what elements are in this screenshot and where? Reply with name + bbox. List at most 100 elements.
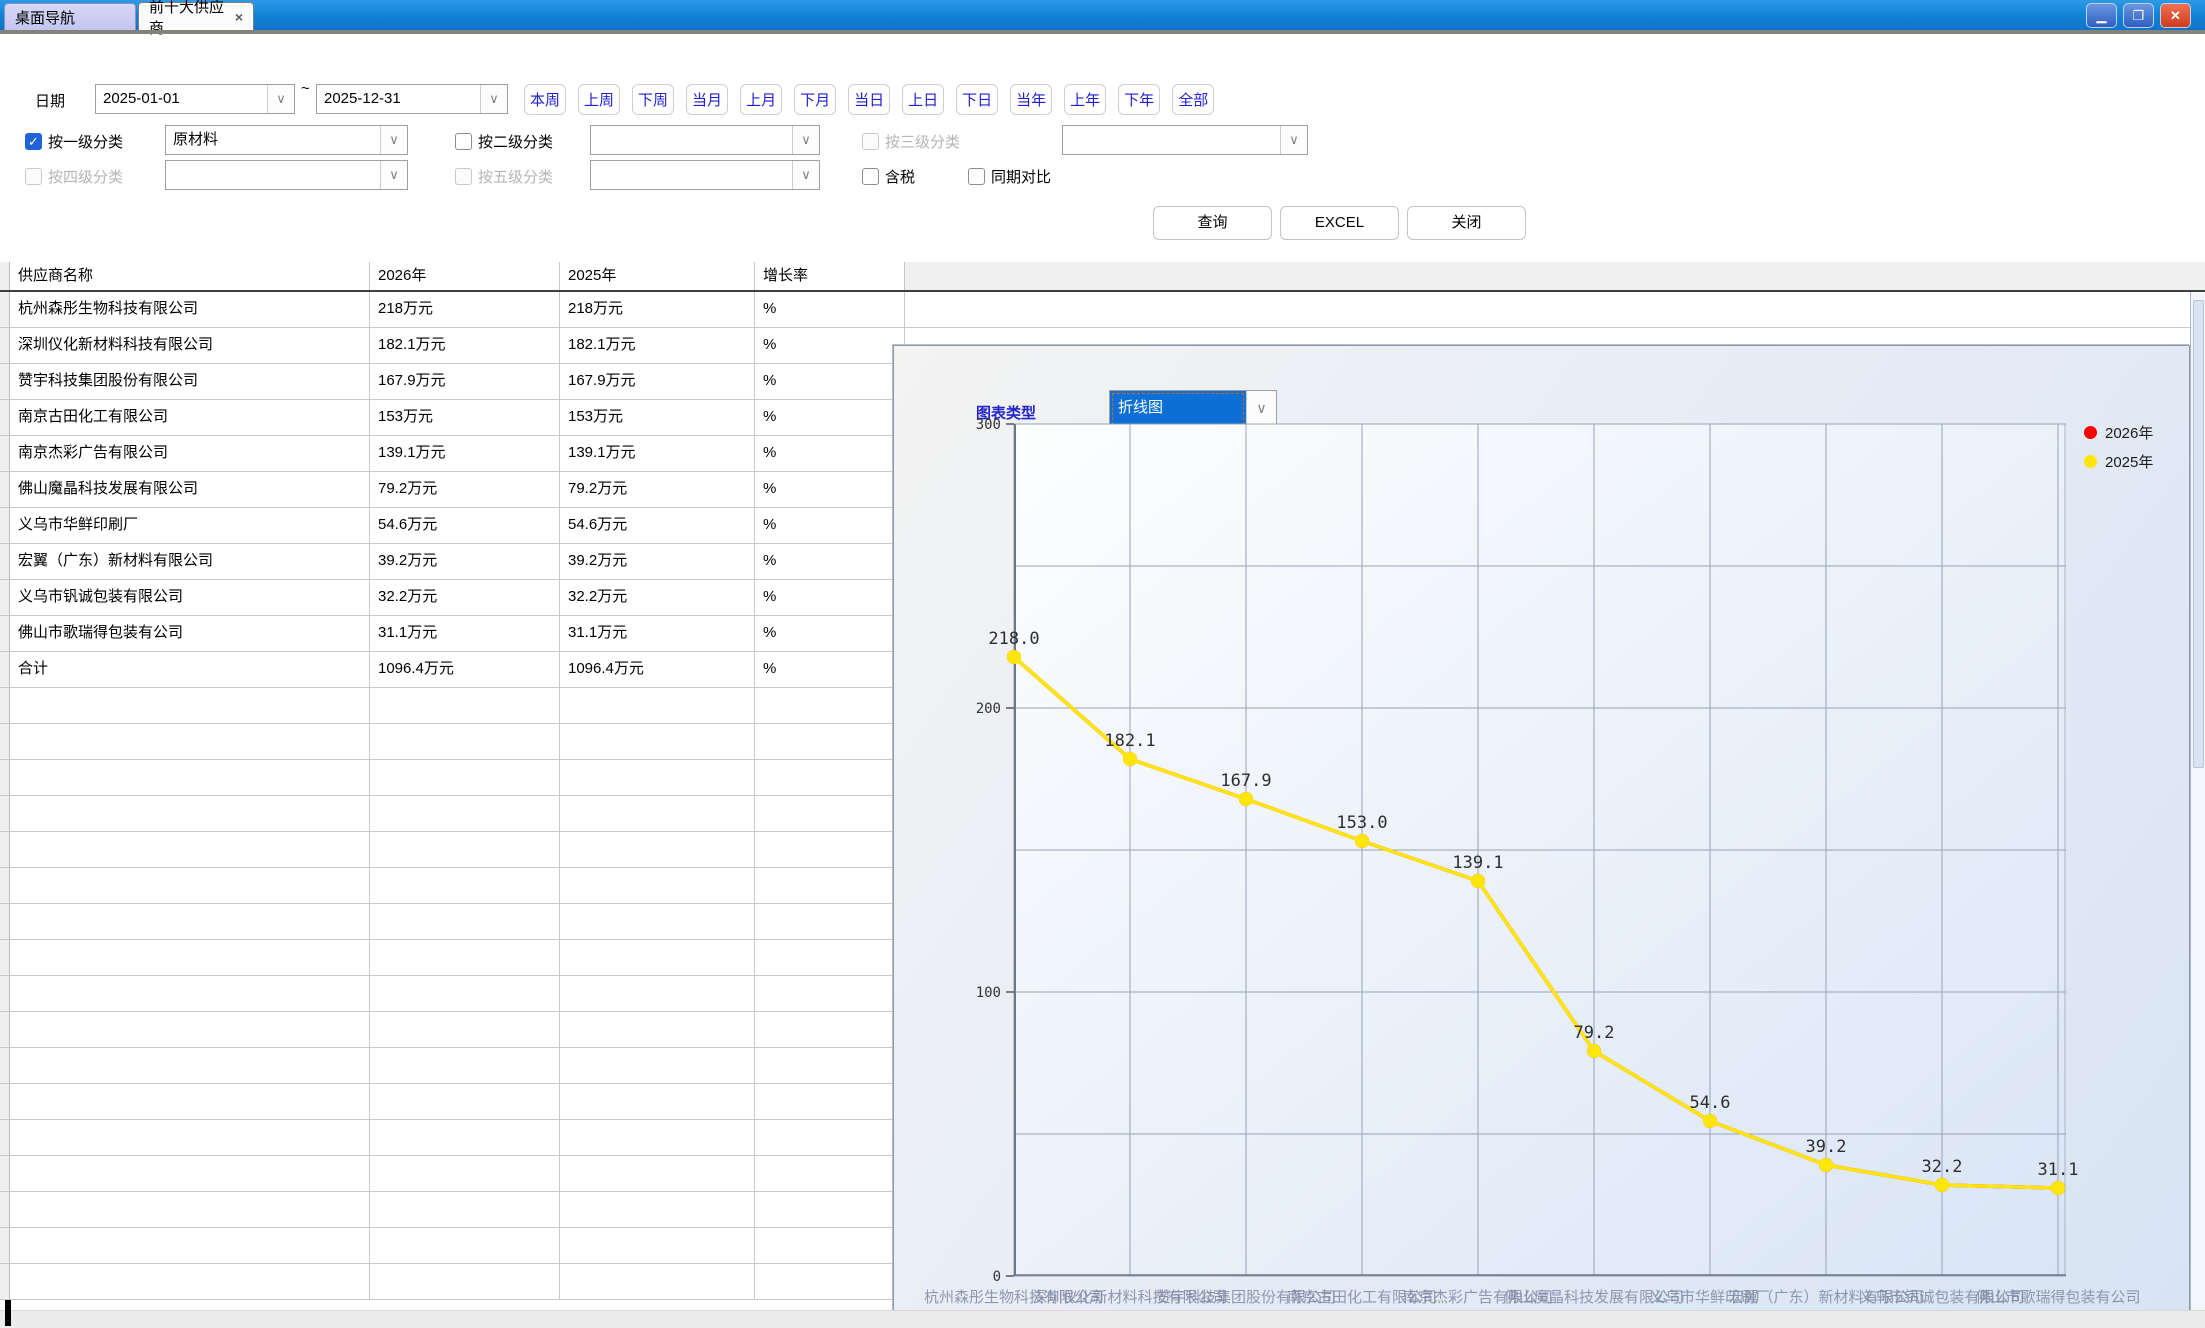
row-selector[interactable] [0,868,10,903]
chevron-down-icon[interactable]: ∨ [480,85,507,113]
row-selector[interactable] [0,436,10,471]
row-selector[interactable] [0,400,10,435]
restore-button[interactable]: ❐ [2123,3,2154,28]
date-to-combobox[interactable]: 2025-12-31 ∨ [316,84,508,114]
chevron-down-icon[interactable]: ∨ [380,126,407,154]
row-selector[interactable] [0,1192,10,1227]
title-bar: 桌面导航 前十大供应商… × ▁ ❐ ✕ [0,0,2205,30]
tab-desktop-navigation[interactable]: 桌面导航 [4,3,136,30]
quick-range-button[interactable]: 上年 [1064,84,1106,115]
date-from-combobox[interactable]: 2025-01-01 ∨ [95,84,295,114]
level3-checkbox[interactable] [862,133,879,150]
row-selector[interactable] [0,1048,10,1083]
row-selector[interactable] [0,544,10,579]
row-selector[interactable] [0,976,10,1011]
row-selector[interactable] [0,796,10,831]
quick-range-button[interactable]: 本周 [524,84,566,115]
table-cell: 139.1万元 [560,436,755,471]
row-selector[interactable] [0,292,10,327]
bottom-scroll-area[interactable] [0,1310,2205,1328]
table-row[interactable]: 杭州森彤生物科技有限公司218万元218万元% [0,292,2205,328]
level2-checkbox[interactable] [455,133,472,150]
row-selector[interactable] [0,1156,10,1191]
table-cell: 79.2万元 [560,472,755,507]
level1-combobox[interactable]: 原材料∨ [165,125,408,155]
level4-combobox[interactable]: ∨ [165,160,408,190]
row-selector[interactable] [0,472,10,507]
level5-checkbox[interactable] [455,168,472,185]
chevron-down-icon[interactable]: ∨ [792,126,819,154]
quick-range-button[interactable]: 当月 [686,84,728,115]
row-selector[interactable] [0,508,10,543]
row-selector[interactable] [0,760,10,795]
row-selector[interactable] [0,652,10,687]
table-cell: 153万元 [370,400,560,435]
table-cell [370,940,560,975]
level4-checkbox[interactable] [25,168,42,185]
table-cell [370,1120,560,1155]
table-header-row: 供应商名称2026年2025年增长率 [0,262,2205,292]
chart-type-select[interactable]: 折线图 ∨ [1109,390,1277,428]
row-selector[interactable] [0,1228,10,1263]
row-selector[interactable] [0,724,10,759]
query-button[interactable]: 查询 [1153,206,1272,240]
tab-top-ten-suppliers[interactable]: 前十大供应商… × [138,2,254,30]
table-cell [560,688,755,723]
row-selector[interactable] [0,580,10,615]
tax-included-checkbox[interactable] [862,168,879,185]
row-selector[interactable] [0,1084,10,1119]
level2-combobox[interactable]: ∨ [590,125,820,155]
vertical-scrollbar[interactable] [2190,292,2205,1310]
chevron-down-icon[interactable]: ∨ [792,161,819,189]
table-cell: 39.2万元 [370,544,560,579]
excel-export-button[interactable]: EXCEL [1280,206,1399,240]
quick-range-button[interactable]: 全部 [1172,84,1214,115]
row-selector[interactable] [0,832,10,867]
level5-combobox[interactable]: ∨ [590,160,820,190]
close-window-button[interactable]: ✕ [2160,3,2191,28]
date-label: 日期 [35,90,65,111]
row-selector[interactable] [0,904,10,939]
quick-range-button[interactable]: 上日 [902,84,944,115]
table-cell: 167.9万元 [560,364,755,399]
quick-range-button[interactable]: 上月 [740,84,782,115]
chevron-down-icon[interactable]: ∨ [1246,391,1276,427]
row-selector[interactable] [0,688,10,723]
table-cell [755,940,905,975]
quick-range-button[interactable]: 当年 [1010,84,1052,115]
table-cell: 31.1万元 [560,616,755,651]
table-cell [10,1012,370,1047]
row-selector[interactable] [0,1264,10,1299]
table-cell: % [755,508,905,543]
chevron-down-icon[interactable]: ∨ [1280,126,1307,154]
table-cell [560,1192,755,1227]
row-selector[interactable] [0,940,10,975]
quick-range-button[interactable]: 下月 [794,84,836,115]
quick-range-button[interactable]: 上周 [578,84,620,115]
row-selector[interactable] [0,1012,10,1047]
table-cell [370,976,560,1011]
table-cell: % [755,616,905,651]
level3-combobox[interactable]: ∨ [1062,125,1308,155]
row-selector[interactable] [0,616,10,651]
quick-range-button[interactable]: 下日 [956,84,998,115]
chevron-down-icon[interactable]: ∨ [267,85,294,113]
row-selector[interactable] [0,364,10,399]
table-cell [755,688,905,723]
chevron-down-icon[interactable]: ∨ [380,161,407,189]
row-selector[interactable] [0,328,10,363]
svg-text:100: 100 [976,985,1001,1001]
minimize-button[interactable]: ▁ [2086,3,2117,28]
tab-close-icon[interactable]: × [235,9,243,25]
period-compare-checkbox[interactable] [968,168,985,185]
close-report-button[interactable]: 关闭 [1407,206,1526,240]
scrollbar-thumb[interactable] [2193,300,2204,768]
quick-range-button[interactable]: 当日 [848,84,890,115]
quick-range-button[interactable]: 下周 [632,84,674,115]
svg-text:182.1: 182.1 [1104,731,1155,751]
level1-checkbox[interactable]: ✓ [25,133,42,150]
table-cell [370,1012,560,1047]
quick-range-button[interactable]: 下年 [1118,84,1160,115]
row-selector[interactable] [0,262,10,290]
row-selector[interactable] [0,1120,10,1155]
